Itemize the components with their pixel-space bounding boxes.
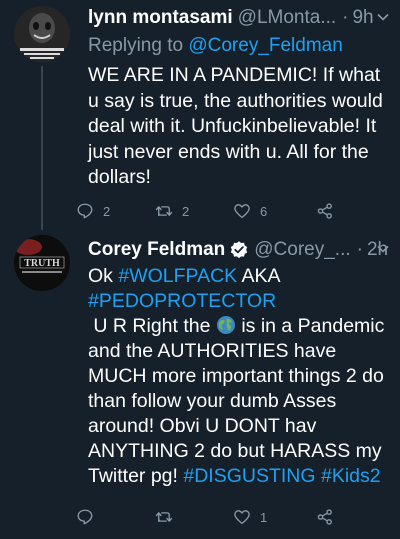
like-count: 1 — [260, 509, 268, 525]
reply-button[interactable] — [76, 505, 103, 529]
separator: · — [356, 239, 363, 260]
hashtag-link[interactable]: #Kids2 — [321, 465, 381, 487]
display-name[interactable]: lynn montasami — [88, 6, 233, 30]
mention-link[interactable]: @Corey_Feldman — [188, 35, 342, 56]
share-icon — [317, 509, 332, 525]
retweet-button[interactable]: 2 — [155, 199, 189, 223]
user-handle[interactable]: @LMonta... — [238, 6, 337, 30]
text-segment: AKA — [241, 265, 280, 287]
reply-count: 2 — [103, 203, 111, 219]
retweet-count: 2 — [182, 203, 190, 219]
share-button[interactable] — [316, 505, 334, 529]
reply-icon — [77, 509, 93, 525]
like-button[interactable]: 6 — [233, 199, 267, 223]
user-handle[interactable]: @Corey_... — [254, 238, 350, 262]
hashtag-link[interactable]: #PEDOPROTECTOR — [88, 290, 276, 312]
avatar[interactable]: TRUTH — [14, 235, 70, 291]
display-name[interactable]: Corey Feldman — [88, 238, 225, 262]
text-segment: Ok — [88, 265, 113, 287]
reply-icon — [77, 203, 93, 219]
avatar[interactable] — [14, 6, 70, 62]
like-count: 6 — [260, 203, 268, 219]
replying-to-label: Replying to — [88, 35, 184, 56]
verified-badge-icon — [229, 240, 249, 260]
timestamp[interactable]: 9h — [352, 6, 373, 30]
chevron-down-icon[interactable] — [376, 240, 390, 264]
hashtag-link[interactable]: #DISGUSTING — [183, 465, 315, 487]
svg-text:TRUTH: TRUTH — [24, 258, 60, 269]
retweet-icon — [155, 512, 173, 523]
tweet-text: Ok #WOLFPACK AKA #PEDOPROTECTOR U R Righ… — [88, 264, 388, 489]
replying-to: Replying to @Corey_Feldman — [88, 34, 343, 58]
retweet-button[interactable] — [155, 505, 182, 529]
separator: · — [342, 7, 349, 28]
globe-emoji-icon — [216, 315, 236, 335]
text-segment: U R Right the — [88, 315, 211, 337]
reply-button[interactable]: 2 — [76, 199, 110, 223]
action-bar: 2 2 6 — [76, 199, 376, 223]
tweet-corey-feldman[interactable]: TRUTH Corey Feldman @Corey_... · 2h Ok #… — [0, 230, 400, 539]
retweet-icon — [155, 206, 173, 217]
chevron-down-icon[interactable] — [376, 8, 390, 32]
thread-line — [41, 66, 43, 230]
tweet-header: Corey Feldman @Corey_... · 2h — [88, 238, 390, 262]
text-segment: is in a Pandemic and the AUTHORITIES hav… — [88, 315, 385, 487]
action-bar: 1 — [76, 505, 376, 529]
tweet-text: WE ARE IN A PANDEMIC! If what u say is t… — [88, 64, 383, 188]
share-icon — [317, 203, 332, 219]
like-button[interactable]: 1 — [233, 505, 267, 529]
like-icon — [234, 510, 250, 525]
tweet-header: lynn montasami @LMonta... · 9h — [88, 6, 390, 30]
share-button[interactable] — [316, 199, 334, 223]
hashtag-link[interactable]: #WOLFPACK — [118, 265, 237, 287]
tweet-lynn-montasami[interactable]: lynn montasami @LMonta... · 9h Replying … — [0, 0, 400, 230]
like-icon — [234, 204, 250, 219]
